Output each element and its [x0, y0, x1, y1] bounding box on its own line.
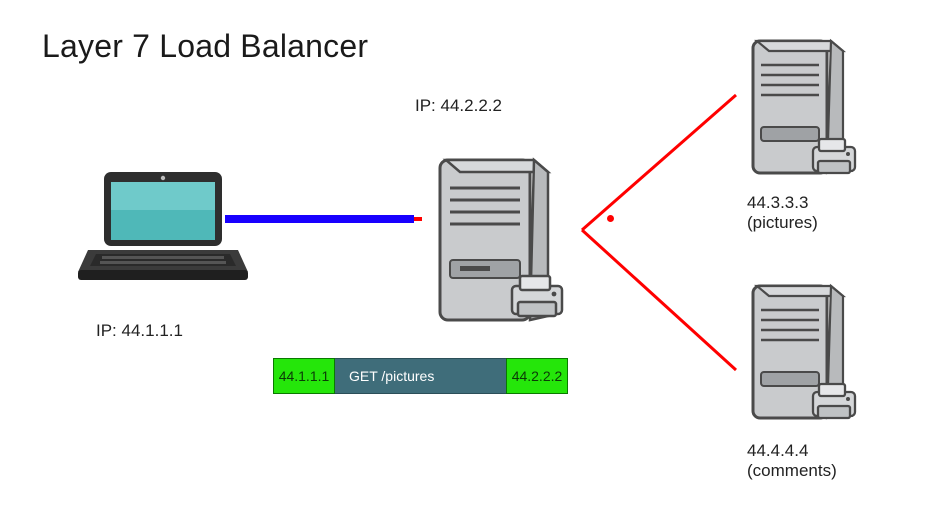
backend-comments-role: (comments) [747, 460, 837, 481]
client-ip-label: IP: 44.1.1.1 [96, 320, 183, 341]
packet-http-request: GET /pictures [335, 358, 506, 394]
backend-pictures-ip: 44.3.3.3 [747, 192, 808, 213]
backend-server-pictures-icon [735, 35, 880, 185]
load-balancer-server-icon [420, 150, 590, 330]
backend-pictures-role: (pictures) [747, 212, 818, 233]
packet-destination-ip: 44.2.2.2 [506, 358, 568, 394]
client-laptop-icon [78, 168, 248, 288]
load-balancer-ip-label: IP: 44.2.2.2 [415, 95, 502, 116]
branch-origin-dot [607, 215, 614, 222]
diagram-title: Layer 7 Load Balancer [42, 28, 368, 65]
backend-comments-ip: 44.4.4.4 [747, 440, 808, 461]
http-packet: 44.1.1.1 GET /pictures 44.2.2.2 [273, 358, 568, 394]
backend-server-comments-icon [735, 280, 880, 430]
diagram-stage: Layer 7 Load Balancer [0, 0, 933, 511]
packet-source-ip: 44.1.1.1 [273, 358, 335, 394]
